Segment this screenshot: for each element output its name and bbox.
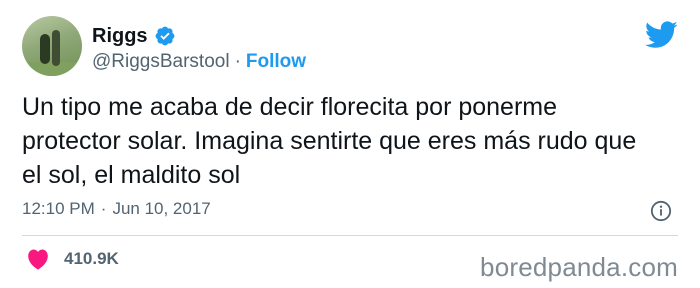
separator-dot: · bbox=[234, 51, 241, 72]
timestamp-separator: · bbox=[100, 199, 107, 218]
verified-badge-icon bbox=[155, 26, 174, 46]
tweet-time[interactable]: 12:10 PM bbox=[22, 199, 95, 219]
twitter-bird-icon[interactable] bbox=[645, 20, 678, 50]
tweet-text: Un tipo me acaba de decir florecita por … bbox=[22, 93, 637, 189]
avatar[interactable] bbox=[22, 16, 82, 76]
author-handle[interactable]: @RiggsBarstool bbox=[92, 51, 230, 73]
author-name[interactable]: Riggs bbox=[92, 25, 148, 48]
author-row: Riggs bbox=[92, 23, 176, 49]
tweet-date[interactable]: Jun 10, 2017 bbox=[112, 199, 210, 219]
watermark: boredpanda.com bbox=[480, 252, 678, 282]
heart-icon[interactable] bbox=[26, 248, 50, 270]
timestamp-row: 12:10 PM · Jun 10, 2017 bbox=[22, 199, 211, 219]
handle-row: @RiggsBarstool · Follow bbox=[92, 51, 306, 73]
divider bbox=[22, 235, 678, 236]
info-icon[interactable] bbox=[650, 200, 672, 222]
like-count[interactable]: 410.9K bbox=[64, 249, 119, 269]
tweet-card: Riggs @RiggsBarstool · Follow Un tipo me… bbox=[0, 0, 700, 288]
like-row: 410.9K bbox=[26, 248, 119, 270]
follow-button[interactable]: Follow bbox=[246, 51, 306, 73]
